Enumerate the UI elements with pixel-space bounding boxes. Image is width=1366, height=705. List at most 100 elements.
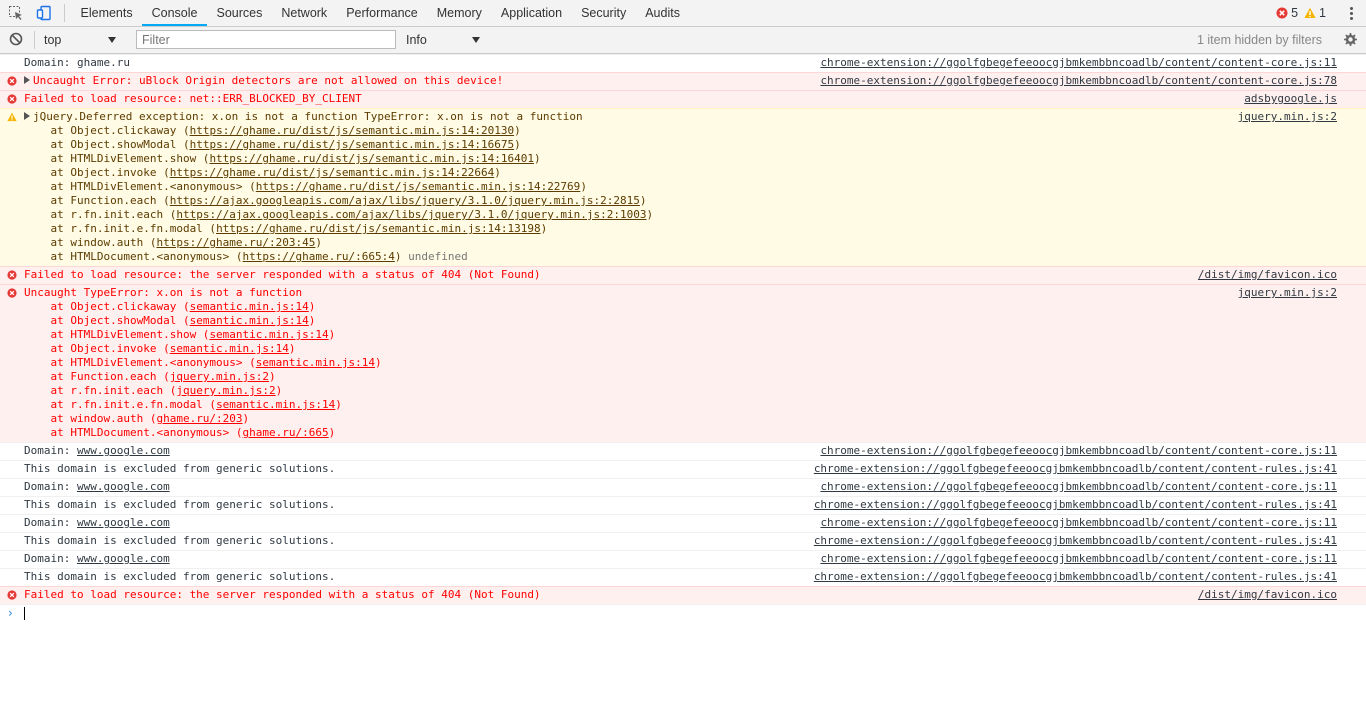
stack-frame-link[interactable]: jquery.min.js:2 [176, 384, 275, 397]
stack-frame-link[interactable]: ghame.ru/:203 [156, 412, 242, 425]
error-icon [7, 76, 17, 86]
warning-count-badge[interactable]: 1 [1304, 6, 1326, 20]
message-text: Failed to load resource: net::ERR_BLOCKE… [24, 92, 362, 105]
source-link[interactable]: /dist/img/favicon.ico [1198, 268, 1337, 282]
stack-frame-link[interactable]: https://ghame.ru/dist/js/semantic.min.js… [209, 152, 534, 165]
filter-input[interactable] [136, 30, 396, 49]
device-toolbar-icon[interactable] [30, 0, 58, 26]
stack-frame: at r.fn.init.e.fn.modal (semantic.min.js… [24, 398, 1338, 412]
message-text: This domain is excluded from generic sol… [24, 534, 336, 547]
prompt-chevron-icon: › [8, 606, 13, 620]
chevron-down-icon[interactable] [472, 37, 480, 43]
stack-frame-link[interactable]: semantic.min.js:14 [170, 342, 289, 355]
message-link[interactable]: www.google.com [77, 480, 170, 493]
source-link[interactable]: chrome-extension://ggolfgbegefeeoocgjbmk… [814, 498, 1337, 512]
tab-security[interactable]: Security [572, 0, 636, 26]
stack-frame-close: ) [514, 138, 521, 151]
log-level-selector[interactable]: Info [406, 33, 427, 47]
message-text-line: jQuery.Deferred exception: x.on is not a… [24, 110, 1338, 124]
error-icon [7, 94, 17, 104]
source-link[interactable]: jquery.min.js:2 [1238, 110, 1337, 124]
tab-console[interactable]: Console [142, 0, 207, 26]
stack-frame-text: at HTMLDocument.<anonymous> ( [24, 250, 243, 263]
message-text: Domain: [24, 516, 77, 529]
source-link[interactable]: chrome-extension://ggolfgbegefeeoocgjbmk… [820, 516, 1337, 530]
stack-frame-link[interactable]: jquery.min.js:2 [170, 370, 269, 383]
stack-frame-link[interactable]: semantic.min.js:14 [256, 356, 375, 369]
source-link[interactable]: jquery.min.js:2 [1238, 286, 1337, 300]
source-link[interactable]: chrome-extension://ggolfgbegefeeoocgjbmk… [820, 444, 1337, 458]
stack-frame-link[interactable]: https://ghame.ru/:665:4 [243, 250, 395, 263]
more-vertical-icon[interactable] [1344, 6, 1358, 20]
source-link[interactable]: /dist/img/favicon.ico [1198, 588, 1337, 602]
console-message-log: Domain: ghame.ru chrome-extension://ggolf… [0, 54, 1366, 72]
message-link[interactable]: www.google.com [77, 516, 170, 529]
console-message-log: Domain: www.google.com chrome-extension:/… [0, 478, 1366, 496]
source-link[interactable]: chrome-extension://ggolfgbegefeeoocgjbmk… [820, 480, 1337, 494]
stack-frame-text: at window.auth ( [24, 236, 157, 249]
stack-frame-link[interactable]: semantic.min.js:14 [216, 398, 335, 411]
stack-frame-link[interactable]: semantic.min.js:14 [209, 328, 328, 341]
tab-network[interactable]: Network [272, 0, 337, 26]
panel-tabs: Elements Console Sources Network Performance… [71, 0, 689, 26]
tab-performance[interactable]: Performance [337, 0, 428, 26]
message-link[interactable]: www.google.com [77, 552, 170, 565]
tab-sources[interactable]: Sources [207, 0, 272, 26]
source-link[interactable]: chrome-extension://ggolfgbegefeeoocgjbmk… [820, 552, 1337, 566]
source-link[interactable]: chrome-extension://ggolfgbegefeeoocgjbmk… [820, 56, 1337, 70]
stack-frame-text: at HTMLDocument.<anonymous> ( [24, 426, 243, 439]
stack-frame-link[interactable]: semantic.min.js:14 [190, 300, 309, 313]
stack-frame-close: ) [288, 342, 296, 355]
stack-frame-close: ) [328, 426, 336, 439]
stack-frame: at HTMLDivElement.show (https://ghame.ru… [24, 152, 1338, 166]
message-text: This domain is excluded from generic sol… [24, 462, 336, 475]
tab-audits[interactable]: Audits [636, 0, 690, 26]
stack-frame-link[interactable]: https://ghame.ru/dist/js/semantic.min.js… [216, 222, 541, 235]
chevron-down-icon[interactable] [108, 37, 116, 43]
warning-icon [1304, 7, 1316, 18]
devtools-tab-bar: Elements Console Sources Network Performance… [0, 0, 1366, 27]
message-text: jQuery.Deferred exception: x.on is not a… [33, 110, 583, 123]
message-text: This domain is excluded from generic sol… [24, 570, 336, 583]
stack-frame: at r.fn.init.e.fn.modal (https://ghame.r… [24, 222, 1338, 236]
message-link[interactable]: www.google.com [77, 444, 170, 457]
context-selector[interactable]: top [44, 33, 61, 47]
stack-frame-link[interactable]: https://ajax.googleapis.com/ajax/libs/jq… [176, 208, 646, 221]
console-message-log: This domain is excluded from generic sol… [0, 532, 1366, 550]
stack-frame: at window.auth (https://ghame.ru/:203:45… [24, 236, 1338, 250]
stack-frame-close: ) [580, 180, 587, 193]
expand-triangle-icon[interactable] [24, 112, 30, 120]
clear-console-icon[interactable] [9, 32, 23, 49]
source-link[interactable]: chrome-extension://ggolfgbegefeeoocgjbmk… [820, 74, 1337, 88]
tab-application[interactable]: Application [491, 0, 571, 26]
tab-elements[interactable]: Elements [71, 0, 142, 26]
stack-frame-text: at HTMLDivElement.<anonymous> ( [24, 180, 256, 193]
stack-frame-text: at r.fn.init.e.fn.modal ( [24, 398, 217, 411]
stack-frame-link[interactable]: https://ghame.ru/dist/js/semantic.min.js… [170, 166, 495, 179]
message-text-line: Failed to load resource: the server resp… [24, 268, 1338, 282]
error-count-badge[interactable]: 5 [1276, 6, 1298, 20]
stack-frame-link[interactable]: https://ghame.ru/dist/js/semantic.min.js… [190, 138, 515, 151]
settings-gear-icon[interactable] [1342, 32, 1358, 51]
stack-frame-link[interactable]: ghame.ru/:665 [243, 426, 329, 439]
expand-triangle-icon[interactable] [24, 76, 30, 84]
stack-frame-link[interactable]: semantic.min.js:14 [190, 314, 309, 327]
source-link[interactable]: chrome-extension://ggolfgbegefeeoocgjbmk… [814, 570, 1337, 584]
error-icon [7, 590, 17, 600]
tab-memory[interactable]: Memory [427, 0, 491, 26]
console-prompt[interactable]: › [0, 604, 1366, 623]
stack-frame-link[interactable]: https://ghame.ru/dist/js/semantic.min.js… [256, 180, 581, 193]
source-link[interactable]: adsbygoogle.js [1244, 92, 1337, 106]
inspect-element-icon[interactable] [2, 0, 30, 26]
stack-frame-link[interactable]: https://ghame.ru/:203:45 [156, 236, 315, 249]
message-text: This domain is excluded from generic sol… [24, 498, 336, 511]
stack-frame: at Object.clickaway (https://ghame.ru/di… [24, 124, 1338, 138]
stack-frame-link[interactable]: https://ghame.ru/dist/js/semantic.min.js… [190, 124, 515, 137]
console-message-error: Uncaught Error: uBlock Origin detectors … [0, 72, 1366, 90]
source-link[interactable]: chrome-extension://ggolfgbegefeeoocgjbmk… [814, 534, 1337, 548]
stack-frame-link[interactable]: https://ajax.googleapis.com/ajax/libs/jq… [170, 194, 640, 207]
stack-frame-text: at Object.showModal ( [24, 138, 190, 151]
source-link[interactable]: chrome-extension://ggolfgbegefeeoocgjbmk… [814, 462, 1337, 476]
stack-frame-close: ) [308, 300, 316, 313]
stack-frame-text: at Object.showModal ( [24, 314, 190, 327]
